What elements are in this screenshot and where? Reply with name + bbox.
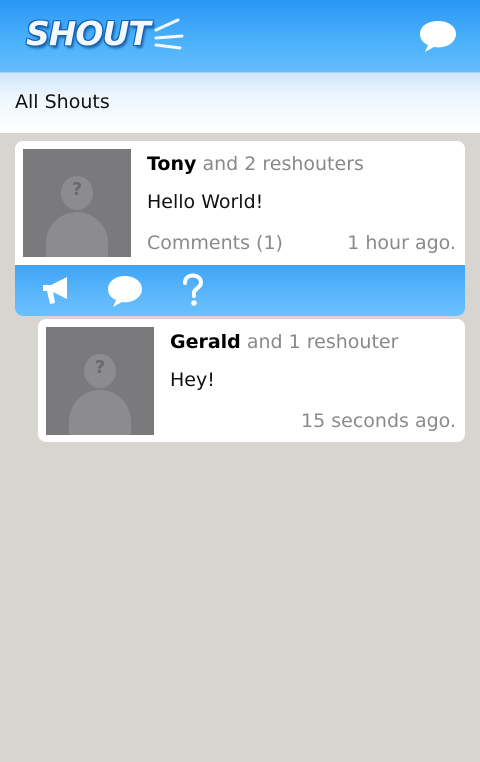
avatar-placeholder-icon: ? — [71, 179, 83, 200]
comments-link[interactable]: Comments (1) — [147, 232, 283, 254]
avatar-placeholder-icon: ? — [94, 357, 106, 378]
avatar: ? — [23, 149, 131, 257]
shout-author-line: Tony and 2 reshouters — [147, 153, 364, 175]
reply-card[interactable]: ? Gerald and 1 reshouter Hey! 15 seconds… — [38, 319, 465, 442]
reply-time: 15 seconds ago. — [301, 410, 456, 432]
app-bar: SHOUT — [0, 0, 480, 72]
app-logo: SHOUT — [26, 14, 151, 53]
reply-message: Hey! — [170, 369, 215, 391]
question-mark-icon[interactable] — [179, 273, 207, 309]
section-title: All Shouts — [15, 91, 110, 113]
comment-bubble-icon[interactable] — [106, 273, 144, 309]
shout-action-bar — [15, 265, 465, 316]
shout-card[interactable]: ? Tony and 2 reshouters Hello World! Com… — [15, 141, 465, 316]
reshout-count[interactable]: and 2 reshouters — [202, 153, 363, 175]
logo-speed-lines-icon — [154, 18, 184, 50]
avatar: ? — [46, 327, 154, 435]
reply-author[interactable]: Gerald — [170, 331, 241, 353]
shout-author[interactable]: Tony — [147, 153, 196, 175]
megaphone-icon[interactable] — [39, 273, 73, 307]
reshout-count[interactable]: and 1 reshouter — [247, 331, 399, 353]
section-header: All Shouts — [0, 72, 480, 133]
shout-message: Hello World! — [147, 191, 264, 213]
shout-time: 1 hour ago. — [347, 232, 456, 254]
compose-chat-icon[interactable] — [418, 18, 458, 54]
reply-author-line: Gerald and 1 reshouter — [170, 331, 398, 353]
